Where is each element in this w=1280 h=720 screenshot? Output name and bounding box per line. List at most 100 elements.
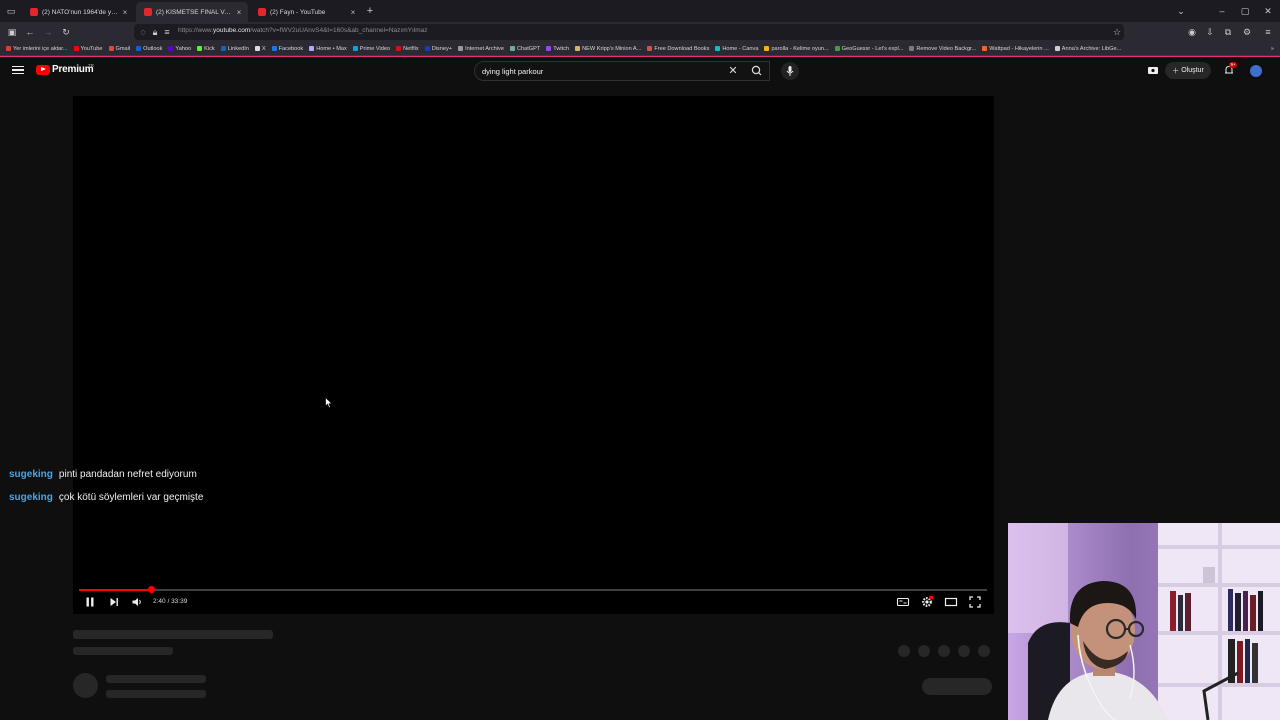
video-player[interactable] bbox=[73, 96, 994, 614]
bookmark-item[interactable]: GeoGuessr - Let's expl... bbox=[834, 45, 904, 52]
theater-mode-button[interactable] bbox=[944, 595, 958, 609]
skip-next-icon bbox=[110, 598, 118, 606]
bookmark-favicon-icon bbox=[108, 46, 114, 51]
bookmark-favicon-icon bbox=[352, 46, 358, 51]
fullscreen-button[interactable] bbox=[968, 595, 982, 609]
bookmark-favicon-icon bbox=[73, 46, 79, 51]
browser-tab-2[interactable]: (2) KISMETSE FİNAL VAKTİ × bbox=[136, 2, 248, 22]
bookmark-item[interactable]: parolla - Kelime oyun... bbox=[764, 46, 829, 52]
bookmark-favicon-icon bbox=[424, 46, 430, 51]
mute-button[interactable] bbox=[130, 595, 144, 609]
bookmark-favicon-icon bbox=[715, 46, 721, 51]
bookmark-item[interactable]: Disney+ bbox=[424, 45, 453, 52]
bookmark-item[interactable]: Free Download Books bbox=[647, 46, 709, 52]
bookmark-label: Home • Max bbox=[316, 45, 347, 52]
video-progress-bar[interactable] bbox=[79, 586, 987, 593]
bookmark-favicon-icon bbox=[982, 46, 988, 51]
bookmark-item[interactable]: Remove Video Backgr... bbox=[909, 46, 976, 52]
bookmark-item[interactable]: Twitch bbox=[546, 46, 569, 52]
permissions-icon[interactable]: ≡ bbox=[160, 25, 174, 39]
chat-text: pinti pandadan nefret ediyorum bbox=[58, 469, 197, 480]
reload-icon[interactable]: ↻ bbox=[59, 25, 73, 39]
next-button[interactable] bbox=[107, 595, 121, 609]
forward-icon[interactable]: → bbox=[41, 25, 55, 39]
address-bar[interactable]: ◌ 🔒︎ ≡ https://www.youtube.com/watch?v=f… bbox=[134, 24, 1124, 40]
browser-tab-3[interactable]: (2) Fayn - YouTube × bbox=[250, 2, 362, 22]
maximize-icon[interactable]: ▢ bbox=[1238, 4, 1252, 18]
subtitles-button[interactable] bbox=[896, 595, 910, 609]
back-icon[interactable]: ← bbox=[23, 25, 37, 39]
search-button[interactable] bbox=[745, 62, 769, 80]
search-input[interactable]: dying light parkour bbox=[482, 67, 722, 76]
theater-icon bbox=[944, 597, 958, 607]
chat-message: sugeking pinti pandadan nefret ediyorum bbox=[9, 469, 197, 480]
cast-icon[interactable] bbox=[1147, 64, 1159, 76]
menu-icon[interactable] bbox=[12, 64, 24, 76]
tab-title: (2) NATO'nun 1964'de yaptığı 'i bbox=[42, 8, 120, 16]
bookmark-label: Disney+ bbox=[431, 45, 453, 52]
fullscreen-icon bbox=[969, 596, 981, 608]
action-skeleton bbox=[898, 645, 910, 657]
bookmark-item[interactable]: Facebook bbox=[271, 46, 303, 52]
bookmark-favicon-icon bbox=[136, 46, 142, 51]
tab-close-icon[interactable]: × bbox=[348, 8, 358, 17]
bookmark-item[interactable]: Kick bbox=[197, 46, 215, 52]
tab-list-icon[interactable]: ▭ bbox=[4, 4, 18, 18]
bookmark-item[interactable]: Anna's Archive: LibGe... bbox=[1054, 46, 1121, 52]
chat-username: sugeking bbox=[9, 492, 53, 503]
bookmark-item[interactable]: Yer imlerini içe aktar... bbox=[6, 46, 68, 52]
bookmark-label: Remove Video Backgr... bbox=[916, 45, 977, 52]
bookmark-item[interactable]: LinkedIn bbox=[220, 46, 249, 52]
bookmark-item[interactable]: Home • Max bbox=[309, 46, 347, 52]
tab-close-icon[interactable]: × bbox=[234, 8, 244, 17]
bookmarks-overflow-icon[interactable]: » bbox=[1271, 46, 1280, 52]
clear-search-icon[interactable]: ✕ bbox=[728, 64, 738, 78]
downloads-icon[interactable]: ⇩ bbox=[1203, 25, 1217, 39]
bookmark-item[interactable]: Prime Video bbox=[352, 46, 390, 52]
youtube-logo[interactable]: Premium TR bbox=[36, 63, 94, 75]
bookmark-item[interactable]: ChatGPT bbox=[509, 46, 540, 52]
bookmark-item[interactable]: Home - Canva bbox=[715, 46, 758, 52]
bookmark-star-icon[interactable]: ☆ bbox=[1110, 25, 1124, 39]
bookmark-favicon-icon bbox=[254, 46, 260, 51]
bookmark-item[interactable]: Wattpad - Hikayelerin ... bbox=[982, 46, 1049, 52]
tab-dropdown-icon[interactable]: ⌄ bbox=[1174, 4, 1188, 18]
new-tab-button[interactable]: + bbox=[363, 4, 377, 18]
extension-icon[interactable]: ⚙︎ bbox=[1240, 25, 1254, 39]
bookmark-item[interactable]: Gmail bbox=[108, 46, 130, 52]
bookmark-item[interactable]: X bbox=[254, 46, 266, 52]
search-box[interactable]: dying light parkour bbox=[474, 61, 770, 81]
bookmark-favicon-icon bbox=[6, 46, 11, 51]
minimize-icon[interactable]: – bbox=[1215, 4, 1229, 18]
gear-icon bbox=[922, 596, 933, 607]
bookmark-item[interactable]: Netflix bbox=[396, 46, 419, 52]
bookmark-favicon-icon bbox=[764, 46, 770, 51]
bookmark-item[interactable]: NEW Kripp's Minion A... bbox=[575, 46, 641, 52]
tab-title: (2) KISMETSE FİNAL VAKTİ bbox=[156, 8, 234, 16]
search-icon bbox=[751, 65, 762, 76]
voice-search-button[interactable] bbox=[781, 62, 799, 80]
bookmark-item[interactable]: Internet Archive bbox=[458, 46, 504, 52]
subscribe-button-skeleton bbox=[922, 678, 992, 695]
subtitles-icon bbox=[896, 597, 910, 607]
video-scrubber-handle[interactable] bbox=[148, 586, 155, 593]
app-menu-icon[interactable]: ≡ bbox=[1261, 25, 1275, 39]
bookmark-item[interactable]: Outlook bbox=[136, 46, 162, 52]
browser-tab-1[interactable]: (2) NATO'nun 1964'de yaptığı 'i × bbox=[22, 2, 134, 22]
chat-username: sugeking bbox=[9, 469, 53, 480]
account-icon[interactable]: ◉ bbox=[1185, 25, 1199, 39]
window-close-icon[interactable]: ✕ bbox=[1261, 4, 1275, 18]
settings-button[interactable] bbox=[920, 595, 934, 609]
bookmarks-bar: Yer imlerini içe aktar... YouTube Gmail Out… bbox=[0, 42, 1280, 56]
avatar[interactable] bbox=[1250, 65, 1262, 77]
pause-button[interactable] bbox=[83, 595, 97, 609]
bookmark-item[interactable]: Yahoo bbox=[168, 46, 191, 52]
extensions-icon[interactable]: ⧉ bbox=[1221, 25, 1235, 39]
sidebar-toggle-icon[interactable]: ▣ bbox=[5, 25, 19, 39]
browser-tab-strip: ▭ (2) NATO'nun 1964'de yaptığı 'i × (2) … bbox=[0, 0, 1280, 22]
tab-close-icon[interactable]: × bbox=[120, 8, 130, 17]
create-button[interactable]: ＋ Oluştur bbox=[1165, 62, 1211, 79]
bookmark-label: GeoGuessr - Let's expl... bbox=[841, 45, 904, 52]
subtitle-skeleton bbox=[73, 647, 173, 655]
bookmark-item[interactable]: YouTube bbox=[73, 46, 103, 52]
